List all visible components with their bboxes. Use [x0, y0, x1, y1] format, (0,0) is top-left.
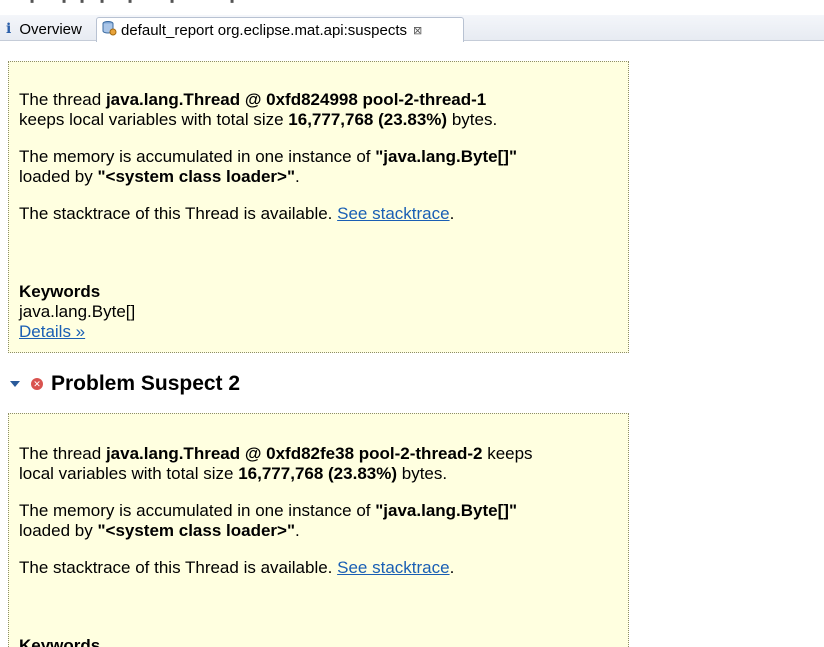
toolbar-icon[interactable]: ▪	[80, 0, 84, 8]
memory-description: The memory is accumulated in one instanc…	[19, 147, 518, 186]
suspect-2-panel: The thread java.lang.Thread @ 0xfd82fe38…	[8, 413, 629, 647]
close-icon[interactable]: ⊠	[413, 24, 422, 37]
toolbar-icon[interactable]: ▪	[30, 0, 34, 8]
database-icon	[101, 20, 117, 40]
memory-class: "java.lang.Byte[]"	[375, 501, 518, 520]
size-value: 16,777,768 (23.83%)	[238, 464, 398, 483]
report-content: The thread java.lang.Thread @ 0xfd824998…	[0, 41, 824, 647]
class-loader: "<system class loader>"	[97, 167, 296, 186]
see-stacktrace-link[interactable]: See stacktrace	[337, 204, 449, 223]
keywords-section: Keywords java.lang.Byte[] Details »	[19, 282, 620, 342]
keywords-section: Keywords	[19, 636, 620, 647]
tab-overview-label: Overview	[19, 20, 82, 38]
memory-class: "java.lang.Byte[]"	[375, 147, 518, 166]
keyword-value: java.lang.Byte[]	[19, 302, 136, 321]
toolbar-icon[interactable]: ▪	[128, 0, 132, 8]
details-link[interactable]: Details »	[19, 322, 85, 341]
toolbar: ▪ ▪ ▪ ▪ ▪ ▪ ▪	[0, 0, 824, 15]
suspect-2-heading: ✕ Problem Suspect 2	[10, 372, 240, 396]
toolbar-icon[interactable]: ▪	[62, 0, 66, 8]
keywords-label: Keywords	[19, 282, 101, 301]
stacktrace-description: The stacktrace of this Thread is availab…	[19, 204, 455, 223]
toolbar-icon[interactable]: ▪	[230, 0, 234, 8]
thread-name: java.lang.Thread @ 0xfd824998 pool-2-thr…	[105, 90, 487, 109]
thread-description: The thread java.lang.Thread @ 0xfd82fe38…	[19, 444, 533, 483]
info-icon: i	[6, 21, 12, 37]
thread-description: The thread java.lang.Thread @ 0xfd824998…	[19, 90, 498, 129]
error-icon: ✕	[31, 378, 43, 390]
thread-name: java.lang.Thread @ 0xfd82fe38 pool-2-thr…	[105, 444, 483, 463]
toolbar-icon[interactable]: ▪	[170, 0, 174, 8]
memory-description: The memory is accumulated in one instanc…	[19, 501, 518, 540]
tab-report-label: default_report org.eclipse.mat.api:suspe…	[121, 21, 407, 39]
toolbar-icon[interactable]: ▪	[100, 0, 104, 8]
size-value: 16,777,768 (23.83%)	[288, 110, 448, 129]
suspect-1-panel: The thread java.lang.Thread @ 0xfd824998…	[8, 61, 629, 353]
editor-tab-bar: i Overview default_report org.eclipse.ma…	[0, 15, 824, 42]
class-loader: "<system class loader>"	[97, 521, 296, 540]
tab-overview[interactable]: i Overview	[0, 17, 95, 41]
suspect-2-title: Problem Suspect 2	[51, 372, 241, 395]
keywords-label: Keywords	[19, 636, 101, 647]
tab-default-report[interactable]: default_report org.eclipse.mat.api:suspe…	[96, 17, 464, 42]
collapse-toggle-icon[interactable]	[10, 381, 20, 387]
stacktrace-description: The stacktrace of this Thread is availab…	[19, 558, 455, 577]
see-stacktrace-link[interactable]: See stacktrace	[337, 558, 449, 577]
